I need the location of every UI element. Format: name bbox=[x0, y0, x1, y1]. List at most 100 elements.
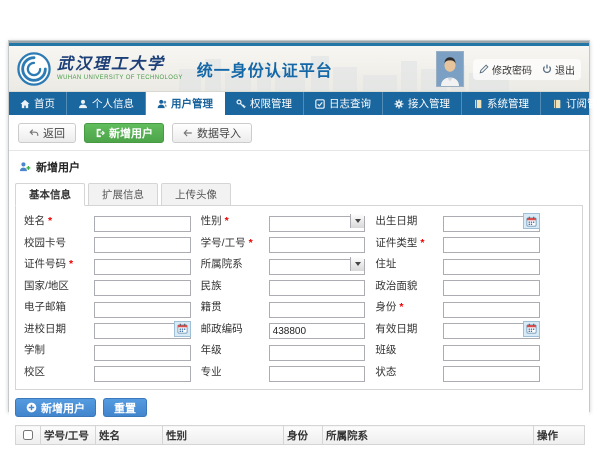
toolbar-add-user-button[interactable]: 新增用户 bbox=[84, 123, 164, 143]
calendar-icon[interactable] bbox=[523, 213, 540, 229]
field-label-campus-card-no: 校园卡号 bbox=[24, 235, 84, 254]
change-password-link[interactable]: 修改密码 bbox=[479, 62, 532, 77]
select-all-checkbox[interactable] bbox=[23, 430, 33, 440]
field-input-id-type[interactable] bbox=[443, 237, 540, 253]
field-label-text: 学号/工号 bbox=[201, 237, 246, 249]
import-arrow-icon bbox=[183, 128, 193, 138]
data-import-button[interactable]: 数据导入 bbox=[172, 123, 252, 143]
pencil-icon bbox=[479, 64, 489, 74]
field-input-address[interactable] bbox=[443, 259, 540, 275]
reset-label: 重置 bbox=[114, 400, 136, 416]
calendar-icon[interactable] bbox=[174, 321, 191, 337]
field-label-text: 所属院系 bbox=[201, 258, 243, 270]
field-label-class: 班级 bbox=[375, 342, 433, 361]
field-input-native-place[interactable] bbox=[269, 302, 366, 318]
nav-item-personal-info[interactable]: 个人信息 bbox=[67, 92, 146, 115]
field-input-id-number[interactable] bbox=[94, 259, 191, 275]
field-input-country-region[interactable] bbox=[94, 280, 191, 296]
nav-item-label: 订阅管理 bbox=[566, 96, 600, 111]
field-input-email[interactable] bbox=[94, 302, 191, 318]
form-actions: 新增用户 重置 bbox=[15, 398, 583, 417]
field-cell-campus-card-no bbox=[94, 235, 191, 254]
field-label-text: 国家/地区 bbox=[24, 280, 69, 292]
main-nav: 首页个人信息用户管理权限管理日志查询接入管理系统管理订阅管理 bbox=[9, 92, 589, 115]
header-links: 修改密码 退出 bbox=[473, 59, 581, 80]
section-title: 新增用户 bbox=[36, 159, 80, 175]
add-user-section-icon bbox=[19, 161, 31, 173]
nav-item-log-query[interactable]: 日志查询 bbox=[304, 92, 383, 115]
field-cell-birth-date bbox=[443, 213, 540, 232]
tab-basic-info[interactable]: 基本信息 bbox=[15, 183, 85, 206]
field-input-major[interactable] bbox=[269, 366, 366, 382]
field-label-text: 民族 bbox=[201, 280, 222, 292]
field-label-id-number: 证件号码* bbox=[24, 256, 84, 275]
required-asterisk: * bbox=[420, 237, 424, 249]
field-cell-political-status bbox=[443, 278, 540, 297]
field-input-political-status[interactable] bbox=[443, 280, 540, 296]
field-label-text: 证件类型 bbox=[375, 237, 417, 249]
field-input-campus-card-no[interactable] bbox=[94, 237, 191, 253]
form-tabs: 基本信息扩展信息上传头像 bbox=[15, 183, 583, 206]
field-label-valid-date: 有效日期 bbox=[375, 321, 433, 340]
field-input-class[interactable] bbox=[443, 345, 540, 361]
field-label-text: 籍贯 bbox=[201, 301, 222, 313]
chevron-down-icon[interactable] bbox=[350, 257, 364, 271]
tab-upload-avatar[interactable]: 上传头像 bbox=[161, 183, 231, 206]
field-input-grade[interactable] bbox=[269, 345, 366, 361]
nav-item-system-management[interactable]: 系统管理 bbox=[462, 92, 541, 115]
field-label-grade: 年级 bbox=[201, 342, 259, 361]
nav-item-subscription-management[interactable]: 订阅管理 bbox=[541, 92, 600, 115]
field-label-text: 出生日期 bbox=[375, 215, 417, 227]
logout-label: 退出 bbox=[555, 62, 575, 77]
calendar-icon[interactable] bbox=[523, 321, 540, 337]
reset-button[interactable]: 重置 bbox=[103, 398, 147, 417]
field-input-education-length[interactable] bbox=[94, 345, 191, 361]
nav-item-permission-management[interactable]: 权限管理 bbox=[225, 92, 304, 115]
required-asterisk: * bbox=[48, 215, 52, 227]
change-password-label: 修改密码 bbox=[492, 62, 532, 77]
field-cell-gender bbox=[269, 213, 366, 232]
gear-icon bbox=[394, 99, 404, 109]
field-label-major: 专业 bbox=[201, 364, 259, 383]
field-label-text: 有效日期 bbox=[375, 323, 417, 335]
field-input-campus[interactable] bbox=[94, 366, 191, 382]
field-input-status[interactable] bbox=[443, 366, 540, 382]
chevron-down-icon[interactable] bbox=[350, 214, 364, 228]
field-label-student-employee-id: 学号/工号* bbox=[201, 235, 259, 254]
field-label-text: 校区 bbox=[24, 366, 45, 378]
user-avatar[interactable] bbox=[436, 51, 464, 87]
field-input-postal-code[interactable] bbox=[269, 323, 366, 339]
tab-extended-info[interactable]: 扩展信息 bbox=[88, 183, 158, 206]
field-cell-grade bbox=[269, 342, 366, 361]
nav-item-home[interactable]: 首页 bbox=[9, 92, 67, 115]
nav-item-label: 权限管理 bbox=[250, 96, 292, 111]
users-icon bbox=[157, 99, 167, 109]
field-input-ethnicity[interactable] bbox=[269, 280, 366, 296]
key-icon bbox=[236, 99, 246, 109]
field-label-email: 电子邮箱 bbox=[24, 299, 84, 318]
column-header: 性别 bbox=[163, 426, 284, 445]
export-door-icon bbox=[95, 128, 105, 138]
toolbar: 返回 新增用户 数据导入 bbox=[9, 115, 589, 151]
required-asterisk: * bbox=[225, 215, 229, 227]
field-input-student-employee-id[interactable] bbox=[269, 237, 366, 253]
back-button[interactable]: 返回 bbox=[18, 123, 76, 143]
nav-item-label: 日志查询 bbox=[329, 96, 371, 111]
home-icon bbox=[20, 99, 30, 109]
back-arrow-icon bbox=[29, 128, 39, 138]
platform-title: 统一身份认证平台 bbox=[197, 57, 333, 81]
user-icon bbox=[78, 99, 88, 109]
field-label-text: 状态 bbox=[375, 366, 396, 378]
nav-item-access-management[interactable]: 接入管理 bbox=[383, 92, 462, 115]
field-label-enrollment-date: 进校日期 bbox=[24, 321, 84, 340]
logout-link[interactable]: 退出 bbox=[542, 62, 575, 77]
field-input-name[interactable] bbox=[94, 216, 191, 232]
field-cell-major bbox=[269, 364, 366, 383]
field-cell-id-type bbox=[443, 235, 540, 254]
field-cell-id-number bbox=[94, 256, 191, 275]
field-cell-enrollment-date bbox=[94, 321, 191, 340]
nav-item-user-management[interactable]: 用户管理 bbox=[146, 92, 225, 115]
field-input-identity[interactable] bbox=[443, 302, 540, 318]
log-check-icon bbox=[315, 99, 325, 109]
submit-add-user-button[interactable]: 新增用户 bbox=[15, 398, 96, 417]
